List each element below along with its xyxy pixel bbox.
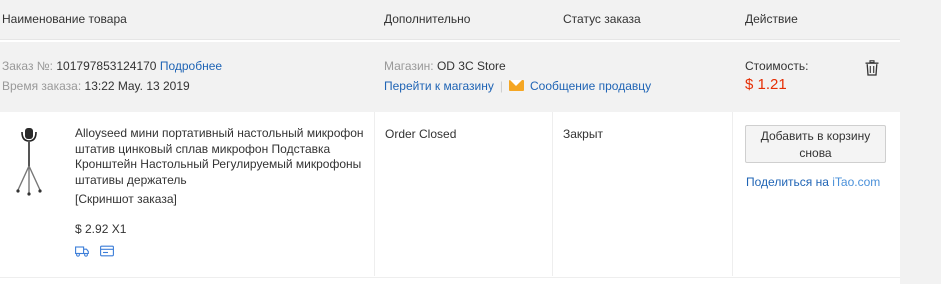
message-seller-link[interactable]: Сообщение продавцу (530, 79, 651, 93)
product-title[interactable]: Alloyseed мини портативный настольный ми… (75, 126, 375, 188)
store-line: Магазин: OD 3C Store (384, 59, 506, 73)
page-gutter (900, 0, 941, 284)
column-divider (732, 112, 733, 276)
share-prefix[interactable]: Поделиться на (746, 175, 832, 189)
shipping-truck-icon[interactable] (75, 245, 89, 257)
cost-label-text: Стоимость: (745, 59, 809, 73)
order-number-line: Заказ №: 101797853124170 Подробнее (2, 59, 222, 73)
envelope-icon[interactable] (509, 80, 524, 91)
order-time-line: Время заказа: 13:22 May. 13 2019 (2, 79, 190, 93)
store-name: OD 3C Store (436, 59, 506, 73)
header-product: Наименование товара (2, 12, 127, 26)
table-header: Наименование товара Дополнительно Статус… (0, 0, 900, 40)
order-panel: Наименование товара Дополнительно Статус… (0, 0, 900, 284)
order-snapshot-link[interactable]: [Скриншот заказа] (75, 192, 177, 206)
order-details-link[interactable]: Подробнее (160, 59, 222, 73)
product-thumbnail[interactable] (14, 126, 44, 196)
link-separator: | (499, 79, 503, 93)
order-cost: $ 1.21 (745, 76, 787, 93)
store-actions: Перейти к магазину | Сообщение продавцу (384, 79, 651, 93)
column-divider (552, 112, 553, 276)
order-number: 101797853124170 (56, 59, 157, 73)
store-label: Магазин: (384, 59, 434, 73)
header-additional: Дополнительно (384, 12, 471, 26)
trash-icon[interactable] (864, 60, 880, 76)
share-itao-link[interactable]: Поделиться на iTao.com (746, 175, 880, 189)
add-to-cart-again-button[interactable]: Добавить в корзину снова (745, 125, 886, 163)
order-cost-value: $ 1.21 (745, 76, 787, 93)
additional-status: Order Closed (385, 127, 457, 141)
header-action: Действие (745, 12, 798, 26)
go-to-store-link[interactable]: Перейти к магазину (384, 79, 494, 93)
unit-price: $ 2.92 X1 (75, 222, 127, 236)
card-icon[interactable] (100, 245, 114, 257)
order-status: Закрыт (563, 127, 603, 141)
order-item-row: Alloyseed мини портативный настольный ми… (0, 112, 900, 278)
share-site[interactable]: iTao.com (832, 175, 880, 189)
order-time-label: Время заказа: (2, 79, 82, 93)
order-time: 13:22 May. 13 2019 (84, 79, 190, 93)
cost-label: Стоимость: (745, 59, 808, 73)
header-status: Статус заказа (563, 12, 641, 26)
order-summary: Заказ №: 101797853124170 Подробнее Время… (0, 42, 900, 112)
order-number-label: Заказ №: (2, 59, 54, 73)
